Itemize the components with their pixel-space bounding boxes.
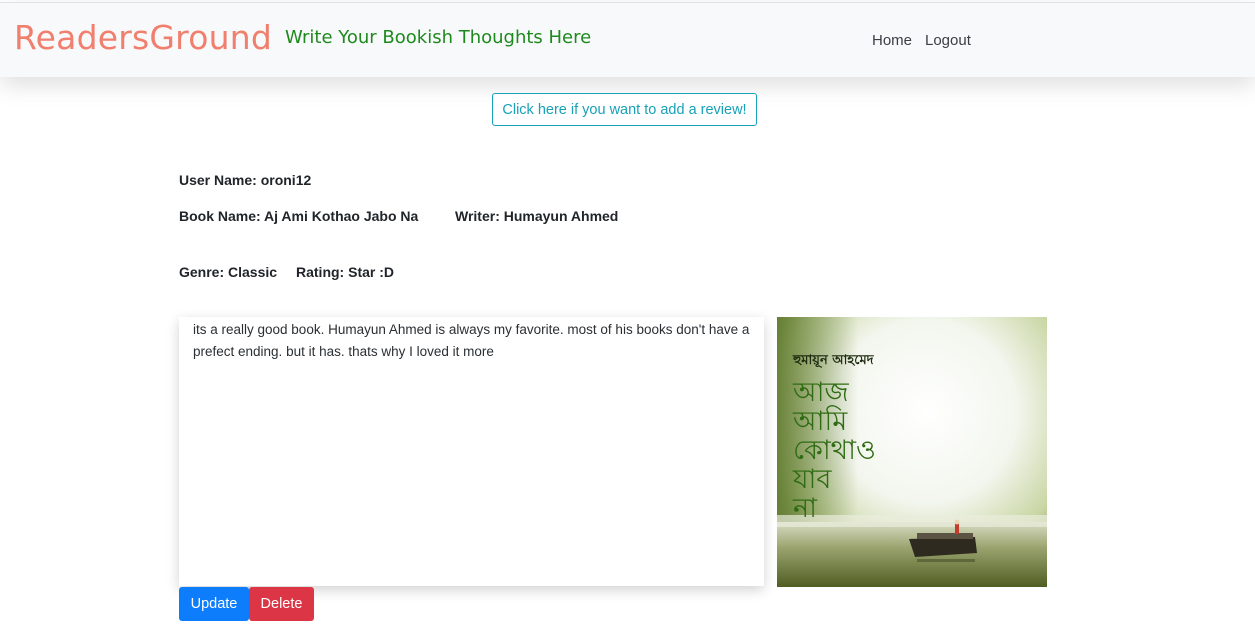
- nav-logout-link[interactable]: Logout: [925, 32, 971, 49]
- genre-label: Genre: Classic: [179, 264, 278, 280]
- book-cover-image: হুমায়ূন আহমেদ আজ আমি কোথাও যাব না: [777, 317, 1047, 587]
- review-text-area[interactable]: its a really good book. Humayun Ahmed is…: [179, 317, 764, 586]
- cover-title-line-1: আজ: [792, 377, 849, 408]
- brand-logo[interactable]: ReadersGround: [14, 18, 272, 57]
- top-navbar: ReadersGround Write Your Bookish Thought…: [0, 2, 1255, 77]
- cover-title-line-3: কোথাও: [793, 435, 876, 466]
- site-tagline: Write Your Bookish Thoughts Here: [285, 27, 592, 48]
- nav-home-link[interactable]: Home: [872, 32, 912, 49]
- book-name-label: Book Name: Aj Ami Kothao Jabo Na: [179, 208, 419, 224]
- delete-button[interactable]: Delete: [249, 587, 314, 621]
- user-name-label: User Name: oroni12: [179, 172, 312, 188]
- cover-title-line-4: যাব: [792, 464, 832, 495]
- cover-title-line-5: না: [792, 493, 818, 524]
- rating-label: Rating: Star :D: [296, 264, 394, 280]
- cover-author-text: হুমায়ূন আহমেদ: [792, 353, 875, 369]
- writer-label: Writer: Humayun Ahmed: [455, 208, 619, 224]
- add-review-button[interactable]: Click here if you want to add a review!: [492, 93, 757, 126]
- cover-title-line-2: আমি: [792, 405, 848, 437]
- update-button[interactable]: Update: [179, 587, 249, 621]
